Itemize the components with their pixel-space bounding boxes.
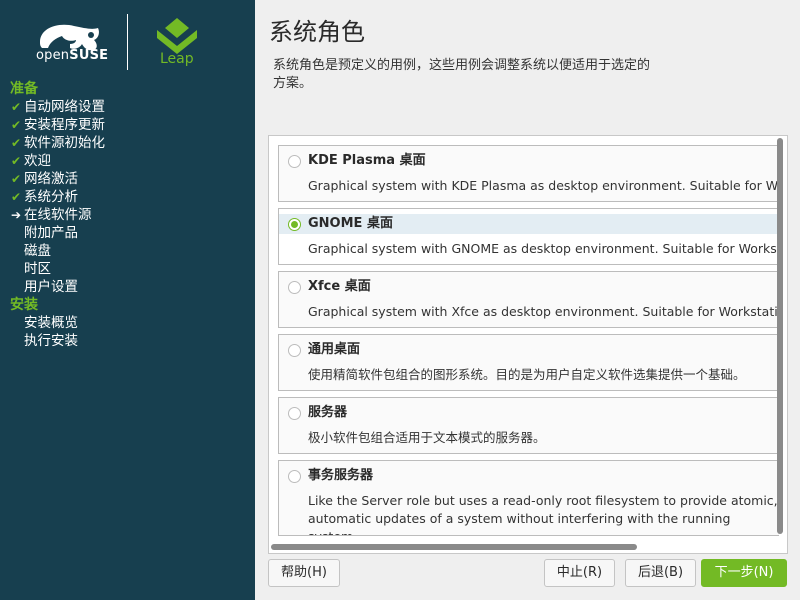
step-user-settings: 用户设置 xyxy=(0,278,255,296)
check-icon: ✔ xyxy=(11,190,22,204)
role-item-generic-desktop[interactable]: 通用桌面 使用精简软件包组合的图形系统。目的是为用户自定义软件选集提供一个基础。 xyxy=(278,334,779,391)
step-online-repos: ➔ 在线软件源 xyxy=(0,206,255,224)
step-auto-network: ✔ 自动网络设置 xyxy=(0,98,255,116)
step-label: 安装概览 xyxy=(24,315,78,331)
help-button[interactable]: 帮助(H) xyxy=(268,559,340,587)
role-item-server[interactable]: 服务器 极小软件包组合适用于文本模式的服务器。 xyxy=(278,397,779,454)
radio-icon[interactable] xyxy=(288,470,301,483)
next-button[interactable]: 下一步(N) xyxy=(701,559,787,587)
role-title: 服务器 xyxy=(308,405,348,420)
step-add-on-products: 附加产品 xyxy=(0,224,255,242)
step-label: 用户设置 xyxy=(24,279,78,295)
system-role-list[interactable]: KDE Plasma 桌面 Graphical system with KDE … xyxy=(268,135,788,554)
opensuse-wordmark: openSUSE xyxy=(36,48,109,63)
step-label: 网络激活 xyxy=(24,171,78,187)
vertical-scrollbar[interactable] xyxy=(775,138,785,536)
page-title: 系统角色 xyxy=(269,18,365,46)
step-label: 在线软件源 xyxy=(24,207,92,223)
step-disk: 磁盘 xyxy=(0,242,255,260)
role-title: GNOME 桌面 xyxy=(308,216,393,231)
role-description: 使用精简软件包组合的图形系统。目的是为用户自定义软件选集提供一个基础。 xyxy=(308,367,746,382)
step-header-prepare: 准备 xyxy=(10,81,38,97)
radio-icon[interactable] xyxy=(288,281,301,294)
installation-steps: 准备 ✔ 自动网络设置 ✔ 安装程序更新 ✔ 软件源初始化 ✔ 欢迎 ✔ 网络激活 ✔ 系统… xyxy=(0,80,255,350)
radio-icon[interactable] xyxy=(288,344,301,357)
role-description: Graphical system with GNOME as desktop e… xyxy=(308,241,779,256)
step-perform-installation: 执行安装 xyxy=(0,332,255,350)
abort-button[interactable]: 中止(R) xyxy=(544,559,615,587)
horizontal-scrollbar-thumb[interactable] xyxy=(271,544,637,550)
main-panel: 系统角色 系统角色是预定义的用例，这些用例会调整系统以便适用于选定的方案。 KD… xyxy=(255,0,800,600)
step-label: 时区 xyxy=(24,261,51,277)
logo-divider xyxy=(127,14,128,70)
role-title-row: 事务服务器 xyxy=(279,466,779,486)
step-installation-overview: 安装概览 xyxy=(0,314,255,332)
step-label: 软件源初始化 xyxy=(24,135,105,151)
check-icon: ✔ xyxy=(11,172,22,186)
check-icon: ✔ xyxy=(11,100,22,114)
horizontal-scrollbar[interactable] xyxy=(271,541,771,551)
check-icon: ✔ xyxy=(11,136,22,150)
step-repo-init: ✔ 软件源初始化 xyxy=(0,134,255,152)
role-item-transactional-server[interactable]: 事务服务器 Like the Server role but uses a re… xyxy=(278,460,779,536)
role-title: KDE Plasma 桌面 xyxy=(308,153,426,168)
role-title: Xfce 桌面 xyxy=(308,279,371,294)
role-title-row: 服务器 xyxy=(279,403,779,423)
step-label: 系统分析 xyxy=(24,189,78,205)
radio-icon[interactable] xyxy=(288,218,301,231)
role-title-row: Xfce 桌面 xyxy=(279,277,779,297)
step-network-activation: ✔ 网络激活 xyxy=(0,170,255,188)
role-title: 通用桌面 xyxy=(308,342,361,357)
step-timezone: 时区 xyxy=(0,260,255,278)
role-description: Graphical system with KDE Plasma as desk… xyxy=(308,178,779,193)
role-item-kde-plasma[interactable]: KDE Plasma 桌面 Graphical system with KDE … xyxy=(278,145,779,202)
arrow-right-icon: ➔ xyxy=(11,208,22,222)
step-label: 磁盘 xyxy=(24,243,51,259)
back-button[interactable]: 后退(B) xyxy=(625,559,696,587)
check-icon: ✔ xyxy=(11,154,22,168)
step-label: 自动网络设置 xyxy=(24,99,105,115)
step-label: 执行安装 xyxy=(24,333,78,349)
role-item-xfce[interactable]: Xfce 桌面 Graphical system with Xfce as de… xyxy=(278,271,779,328)
check-icon: ✔ xyxy=(11,118,22,132)
role-description: Graphical system with Xfce as desktop en… xyxy=(308,304,779,319)
role-title-row: 通用桌面 xyxy=(279,340,779,360)
radio-icon[interactable] xyxy=(288,407,301,420)
role-description: Like the Server role but uses a read-onl… xyxy=(308,493,778,535)
step-welcome: ✔ 欢迎 xyxy=(0,152,255,170)
sidebar: openSUSE Leap 准备 ✔ 自动网络设置 ✔ 安装程序更新 ✔ 软件源初始化… xyxy=(0,0,255,600)
page-description: 系统角色是预定义的用例，这些用例会调整系统以便适用于选定的方案。 xyxy=(273,58,651,91)
role-title: 事务服务器 xyxy=(308,468,374,483)
step-installer-update: ✔ 安装程序更新 xyxy=(0,116,255,134)
step-header-install: 安装 xyxy=(10,297,38,313)
leap-wordmark: Leap xyxy=(160,51,194,67)
role-item-gnome[interactable]: GNOME 桌面 Graphical system with GNOME as … xyxy=(278,208,779,265)
step-label: 安装程序更新 xyxy=(24,117,105,133)
role-description: 极小软件包组合适用于文本模式的服务器。 xyxy=(308,430,546,445)
step-label: 欢迎 xyxy=(24,153,51,169)
step-label: 附加产品 xyxy=(24,225,78,241)
vertical-scrollbar-thumb[interactable] xyxy=(777,138,783,534)
role-title-row: KDE Plasma 桌面 xyxy=(279,151,779,171)
role-title-row: GNOME 桌面 xyxy=(279,214,779,234)
step-system-analysis: ✔ 系统分析 xyxy=(0,188,255,206)
leap-logo xyxy=(157,18,197,54)
logo-area: openSUSE Leap xyxy=(0,0,255,80)
radio-icon[interactable] xyxy=(288,155,301,168)
